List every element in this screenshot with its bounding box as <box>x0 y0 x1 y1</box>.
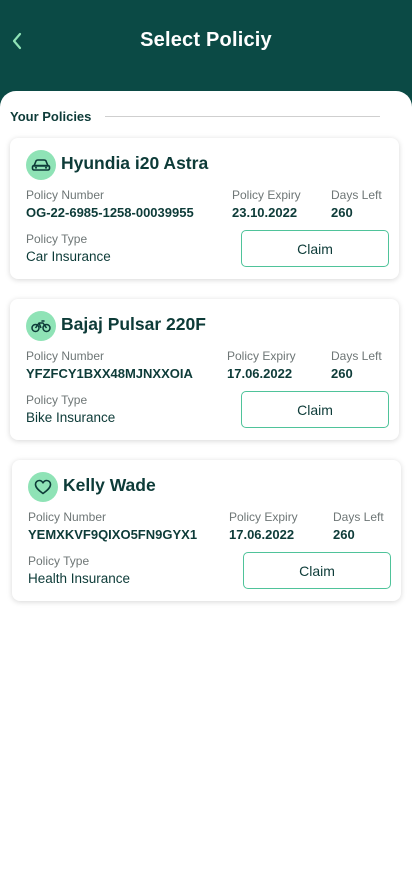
policy-number-value: YEMXKVF9QIXO5FN9GYX1 <box>28 527 198 542</box>
claim-button[interactable]: Claim <box>241 391 389 428</box>
policy-name: Hyundia i20 Astra <box>61 153 209 173</box>
heart-icon <box>28 472 58 502</box>
policy-card[interactable]: Hyundia i20 Astra Policy Number OG-22-69… <box>10 138 399 279</box>
section-divider <box>105 116 380 117</box>
policy-number-value: OG-22-6985-1258-00039955 <box>26 205 194 220</box>
policy-type-value: Car Insurance <box>26 249 111 264</box>
claim-button[interactable]: Claim <box>243 552 391 589</box>
policy-name: Kelly Wade <box>63 475 156 495</box>
days-left-value: 260 <box>333 527 355 542</box>
section-header: Your Policies <box>10 109 380 124</box>
days-left-label: Days Left <box>331 188 382 202</box>
days-left-label: Days Left <box>331 349 382 363</box>
days-left-value: 260 <box>331 366 353 381</box>
policy-card[interactable]: Bajaj Pulsar 220F Policy Number YFZFCY1B… <box>10 299 399 440</box>
policy-expiry-label: Policy Expiry <box>227 349 296 363</box>
policy-card[interactable]: Kelly Wade Policy Number YEMXKVF9QIXO5FN… <box>12 460 401 601</box>
days-left-value: 260 <box>331 205 353 220</box>
policy-type-label: Policy Type <box>26 232 88 246</box>
claim-button[interactable]: Claim <box>241 230 389 267</box>
section-title: Your Policies <box>10 109 92 124</box>
policy-expiry-value: 23.10.2022 <box>232 205 298 220</box>
policy-name: Bajaj Pulsar 220F <box>61 314 206 334</box>
policy-number-label: Policy Number <box>28 510 107 524</box>
policy-number-label: Policy Number <box>26 349 105 363</box>
bike-icon <box>26 311 56 341</box>
policy-type-label: Policy Type <box>28 554 90 568</box>
car-icon <box>26 150 56 180</box>
policy-number-value: YFZFCY1BXX48MJNXXOIA <box>26 366 193 381</box>
page-title: Select Policiy <box>140 29 272 51</box>
policy-type-label: Policy Type <box>26 393 88 407</box>
policy-type-value: Bike Insurance <box>26 410 116 425</box>
days-left-label: Days Left <box>333 510 384 524</box>
policies-panel: Your Policies Hyundia i20 Astra Policy N… <box>0 91 412 870</box>
policy-expiry-value: 17.06.2022 <box>229 527 295 542</box>
policy-expiry-label: Policy Expiry <box>229 510 298 524</box>
policy-expiry-value: 17.06.2022 <box>227 366 293 381</box>
policy-number-label: Policy Number <box>26 188 105 202</box>
policy-expiry-label: Policy Expiry <box>232 188 301 202</box>
policy-type-value: Health Insurance <box>28 571 131 586</box>
